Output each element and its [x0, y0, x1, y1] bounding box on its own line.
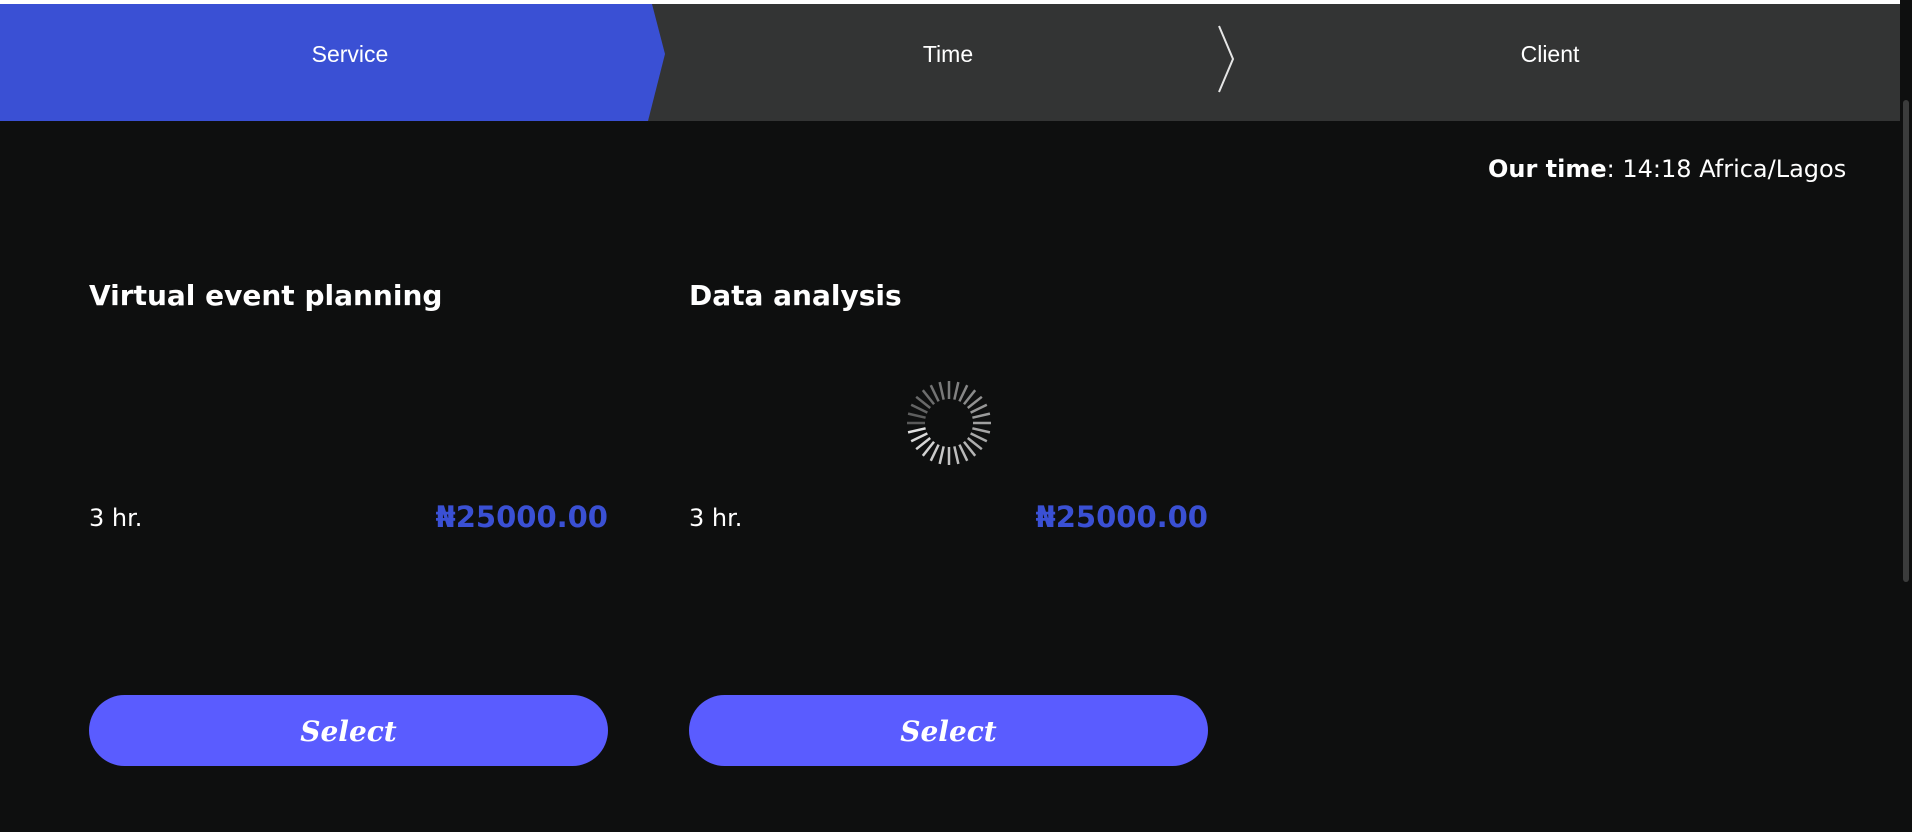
spinner-tick — [953, 446, 960, 465]
spinner-tick — [938, 381, 945, 400]
spinner-tick — [907, 412, 926, 419]
service-price: ₦25000.00 — [1035, 500, 1208, 534]
spinner-tick — [929, 384, 940, 402]
spinner-tick — [907, 427, 926, 434]
spinner-tick — [910, 432, 928, 443]
booking-steps: Service Time Client — [0, 4, 1900, 121]
spinner-tick — [953, 381, 960, 400]
service-title: Data analysis — [689, 279, 902, 312]
spinner-tick — [972, 412, 991, 419]
step-time[interactable]: Time — [648, 4, 1248, 121]
scrollbar-thumb[interactable] — [1903, 100, 1909, 582]
spinner-tick — [970, 403, 988, 414]
service-price: ₦25000.00 — [435, 500, 608, 534]
spinner-tick — [972, 427, 991, 434]
service-duration: 3 hr. — [689, 504, 743, 532]
spinner-tick — [910, 403, 928, 414]
service-duration: 3 hr. — [89, 504, 143, 532]
spinner-tick — [929, 444, 940, 462]
our-time-value: 14:18 Africa/Lagos — [1614, 155, 1847, 183]
spinner-tick — [938, 446, 945, 465]
select-button[interactable]: Select — [689, 695, 1208, 766]
our-time-label: Our time — [1488, 155, 1607, 183]
scrollbar[interactable] — [1900, 0, 1912, 832]
spinner-tick — [958, 444, 969, 462]
our-time: Our time: 14:18 Africa/Lagos — [1488, 155, 1846, 183]
spinner-tick — [958, 384, 969, 402]
select-button[interactable]: Select — [89, 695, 608, 766]
spinner-icon — [907, 381, 991, 465]
step-client[interactable]: Client — [1250, 4, 1850, 121]
step-service[interactable]: Service — [0, 4, 700, 121]
service-title: Virtual event planning — [89, 279, 443, 312]
spinner-tick — [970, 432, 988, 443]
our-time-separator: : — [1606, 155, 1615, 183]
chevron-right-icon — [1218, 25, 1235, 93]
